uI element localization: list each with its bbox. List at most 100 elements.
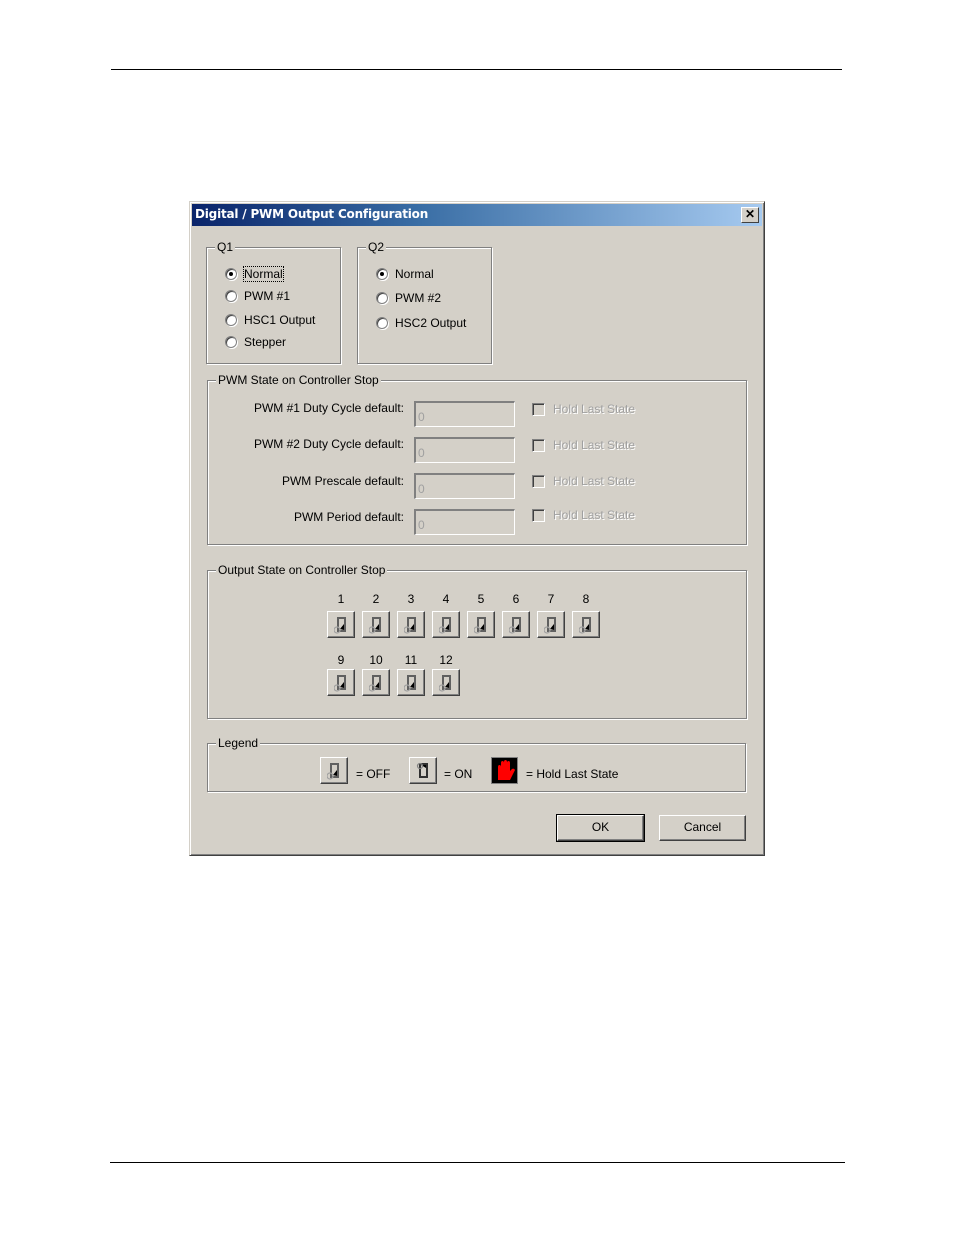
output-switch-button[interactable] bbox=[432, 611, 460, 638]
q1-radio-pwm1[interactable]: PWM #1 bbox=[225, 288, 290, 304]
page-footer-rule bbox=[110, 1162, 845, 1163]
q2-radio-normal[interactable]: Normal bbox=[376, 266, 434, 282]
output-state-group-label: Output State on Controller Stop bbox=[216, 563, 388, 577]
output-switch-button[interactable] bbox=[502, 611, 530, 638]
radio-button[interactable] bbox=[376, 268, 388, 280]
switch-off-icon bbox=[404, 675, 416, 692]
pwm2-hold-checkbox[interactable]: Hold Last State bbox=[532, 438, 635, 452]
switch-off-icon bbox=[509, 617, 521, 634]
switch-off-icon bbox=[327, 763, 339, 780]
output-number-label: 10 bbox=[369, 653, 383, 667]
legend-hold-text: = Hold Last State bbox=[526, 767, 619, 781]
pwm-period-input[interactable] bbox=[414, 509, 515, 535]
dialog-title: Digital / PWM Output Configuration bbox=[195, 207, 429, 221]
radio-button[interactable] bbox=[225, 290, 237, 302]
switch-off-icon bbox=[334, 675, 346, 692]
output-switch-button[interactable] bbox=[362, 611, 390, 638]
output-number-label: 8 bbox=[582, 592, 590, 606]
radio-label: PWM #2 bbox=[395, 291, 442, 305]
output-switch-button[interactable] bbox=[537, 611, 565, 638]
output-number-label: 7 bbox=[547, 592, 555, 606]
close-icon: ✕ bbox=[744, 207, 756, 221]
radio-label: HSC2 Output bbox=[395, 316, 467, 330]
legend-off-switch bbox=[320, 757, 348, 784]
output-switch-button[interactable] bbox=[572, 611, 600, 638]
output-switch-button[interactable] bbox=[397, 669, 425, 696]
q1-group-label: Q1 bbox=[215, 240, 236, 254]
checkbox[interactable] bbox=[532, 474, 545, 488]
legend-hold-icon-box bbox=[491, 757, 518, 784]
legend-on-switch bbox=[409, 757, 437, 784]
pwm-period-hold-checkbox[interactable]: Hold Last State bbox=[532, 508, 635, 522]
radio-button[interactable] bbox=[225, 336, 237, 348]
q1-radio-hsc1[interactable]: HSC1 Output bbox=[225, 312, 315, 328]
switch-off-icon bbox=[474, 617, 486, 634]
pwm-period-label: PWM Period default: bbox=[293, 510, 404, 524]
pwm-prescale-label: PWM Prescale default: bbox=[281, 474, 404, 488]
switch-off-icon bbox=[404, 617, 416, 634]
checkbox[interactable] bbox=[532, 508, 545, 522]
legend-off-text: = OFF bbox=[356, 767, 391, 781]
q1-radio-normal[interactable]: Normal bbox=[225, 266, 284, 282]
output-switch-button[interactable] bbox=[432, 669, 460, 696]
radio-label: Stepper bbox=[244, 335, 287, 349]
switch-off-icon bbox=[579, 617, 591, 634]
radio-button[interactable] bbox=[225, 314, 237, 326]
pwm1-hold-checkbox[interactable]: Hold Last State bbox=[532, 402, 635, 416]
hand-stop-icon bbox=[498, 760, 515, 780]
switch-on-icon bbox=[416, 762, 428, 778]
q2-group-label: Q2 bbox=[366, 240, 387, 254]
output-number-label: 2 bbox=[372, 592, 380, 606]
radio-label: Normal bbox=[243, 266, 284, 282]
checkbox[interactable] bbox=[532, 438, 545, 452]
output-number-label: 1 bbox=[337, 592, 345, 606]
checkbox-label: Hold Last State bbox=[553, 438, 636, 452]
output-switch-button[interactable] bbox=[327, 611, 355, 638]
pwm-state-group-label: PWM State on Controller Stop bbox=[216, 373, 381, 387]
cancel-button[interactable]: Cancel bbox=[659, 815, 746, 841]
switch-off-icon bbox=[544, 617, 556, 634]
checkbox[interactable] bbox=[532, 402, 545, 416]
checkbox-label: Hold Last State bbox=[553, 474, 636, 488]
q2-radio-hsc2[interactable]: HSC2 Output bbox=[376, 315, 466, 331]
checkbox-label: Hold Last State bbox=[553, 402, 636, 416]
pwm2-duty-input[interactable] bbox=[414, 437, 515, 463]
checkbox-label: Hold Last State bbox=[553, 508, 636, 522]
radio-label: HSC1 Output bbox=[244, 313, 316, 327]
radio-button[interactable] bbox=[225, 268, 237, 280]
switch-off-icon bbox=[369, 617, 381, 634]
output-switch-button[interactable] bbox=[397, 611, 425, 638]
switch-off-icon bbox=[439, 675, 451, 692]
page-header-rule bbox=[111, 69, 842, 70]
output-number-label: 3 bbox=[407, 592, 415, 606]
output-number-label: 11 bbox=[404, 653, 418, 667]
output-switch-button[interactable] bbox=[362, 669, 390, 696]
radio-button[interactable] bbox=[376, 292, 388, 304]
legend-group-label: Legend bbox=[216, 736, 261, 750]
pwm1-duty-label: PWM #1 Duty Cycle default: bbox=[253, 401, 404, 415]
pwm1-duty-input[interactable] bbox=[414, 401, 515, 427]
output-switch-button[interactable] bbox=[467, 611, 495, 638]
pwm-prescale-input[interactable] bbox=[414, 473, 515, 499]
ok-button[interactable]: OK bbox=[556, 814, 645, 842]
pwm-prescale-hold-checkbox[interactable]: Hold Last State bbox=[532, 474, 635, 488]
switch-off-icon bbox=[334, 617, 346, 634]
output-number-label: 4 bbox=[442, 592, 450, 606]
radio-label: Normal bbox=[395, 267, 434, 281]
pwm2-duty-label: PWM #2 Duty Cycle default: bbox=[253, 437, 404, 451]
title-bar[interactable]: Digital / PWM Output Configuration ✕ bbox=[192, 204, 762, 226]
output-number-label: 12 bbox=[439, 653, 453, 667]
radio-label: PWM #1 bbox=[244, 289, 291, 303]
switch-off-icon bbox=[439, 617, 451, 634]
q2-radio-pwm2[interactable]: PWM #2 bbox=[376, 290, 441, 306]
output-config-dialog: Digital / PWM Output Configuration ✕ Q1 … bbox=[189, 201, 765, 856]
legend-group: Legend bbox=[207, 736, 746, 792]
close-button[interactable]: ✕ bbox=[741, 207, 759, 223]
output-number-label: 9 bbox=[337, 653, 345, 667]
output-number-label: 6 bbox=[512, 592, 520, 606]
switch-off-icon bbox=[369, 675, 381, 692]
q1-radio-stepper[interactable]: Stepper bbox=[225, 334, 286, 350]
output-switch-button[interactable] bbox=[327, 669, 355, 696]
legend-on-text: = ON bbox=[444, 767, 473, 781]
radio-button[interactable] bbox=[376, 317, 388, 329]
